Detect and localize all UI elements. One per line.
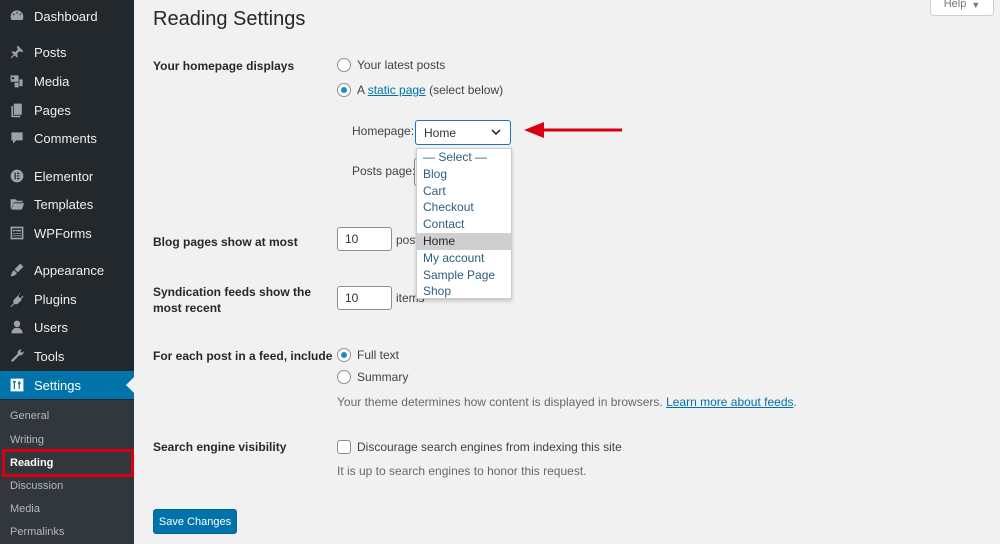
save-changes-button[interactable]: Save Changes [153, 509, 237, 534]
settings-icon [7, 375, 27, 395]
pin-icon [7, 42, 27, 62]
feed-description: Your theme determines how content is dis… [337, 395, 797, 409]
dropdown-option[interactable]: Cart [417, 183, 511, 200]
submenu-media[interactable]: Media [10, 499, 40, 519]
chevron-down-icon [491, 129, 501, 136]
learn-more-feeds-link[interactable]: Learn more about feeds [666, 395, 793, 409]
submenu-writing[interactable]: Writing [10, 430, 44, 450]
dropdown-option[interactable]: Checkout [417, 199, 511, 216]
syndication-input[interactable]: 10 [337, 286, 392, 310]
posts-page-label: Posts page: [352, 164, 416, 178]
form-icon [7, 223, 27, 243]
homepage-select-value: Home [424, 125, 457, 140]
sidebar-item-appearance[interactable]: Appearance [0, 256, 134, 284]
sidebar-item-tools[interactable]: Tools [0, 342, 134, 370]
sidebar-item-label: Elementor [34, 168, 94, 184]
sidebar-item-label: Users [34, 319, 68, 335]
sidebar-item-comments[interactable]: Comments [0, 124, 134, 152]
sidebar-item-elementor[interactable]: Elementor [0, 162, 134, 190]
dropdown-option-selected[interactable]: Home [417, 232, 511, 250]
caret-down-icon: ▼ [971, 0, 981, 10]
user-icon [7, 317, 27, 337]
static-page-label[interactable]: A static page (select below) [357, 82, 503, 98]
dropdown-option[interactable]: My account [417, 250, 511, 267]
sidebar-item-label: Appearance [34, 262, 105, 278]
latest-posts-radio[interactable] [337, 58, 351, 72]
sidebar-item-settings[interactable]: Settings [0, 371, 134, 399]
dropdown-option[interactable]: Contact [417, 216, 511, 233]
full-text-label[interactable]: Full text [357, 347, 399, 363]
feed-desc-text: Your theme determines how content is dis… [337, 395, 663, 409]
sidebar-item-label: Plugins [34, 291, 77, 307]
blog-pages-input[interactable]: 10 [337, 227, 392, 251]
dropdown-option[interactable]: Blog [417, 166, 511, 183]
homepage-dropdown-list: — Select — Blog Cart Checkout Contact Ho… [416, 148, 512, 299]
help-button[interactable]: Help ▼ [930, 0, 994, 16]
folder-icon [7, 194, 27, 214]
sidebar-item-label: Posts [34, 44, 67, 60]
search-visibility-description: It is up to search engines to honor this… [337, 464, 587, 478]
paintbrush-icon [7, 260, 27, 280]
elementor-icon [7, 166, 27, 186]
reading-highlight-box [2, 449, 134, 477]
sidebar-item-label: Dashboard [34, 8, 98, 24]
homepage-select[interactable]: Home [415, 120, 511, 145]
static-page-link[interactable]: static page [368, 83, 426, 97]
sidebar-item-posts[interactable]: Posts [0, 38, 134, 66]
red-arrow-annotation [524, 122, 622, 138]
submenu-discussion[interactable]: Discussion [10, 476, 63, 496]
sidebar-item-label: Comments [34, 130, 97, 146]
discourage-search-label[interactable]: Discourage search engines from indexing … [357, 439, 622, 455]
help-label: Help [943, 0, 967, 10]
sidebar-item-pages[interactable]: Pages [0, 96, 134, 124]
submenu-general[interactable]: General [10, 406, 49, 426]
sidebar-item-label: Tools [34, 348, 65, 364]
plugin-icon [7, 289, 27, 309]
page-title: Reading Settings [153, 8, 306, 30]
discourage-search-checkbox[interactable] [337, 440, 351, 454]
sidebar-item-label: Settings [34, 377, 81, 393]
sidebar-item-label: Media [34, 73, 70, 89]
static-page-radio[interactable] [337, 83, 351, 97]
sidebar-item-wpforms[interactable]: WPForms [0, 219, 134, 247]
homepage-displays-label: Your homepage displays [153, 59, 295, 73]
dashboard-icon [7, 6, 27, 26]
sidebar-item-users[interactable]: Users [0, 313, 134, 341]
sidebar-item-plugins[interactable]: Plugins [0, 285, 134, 313]
summary-label[interactable]: Summary [357, 369, 408, 385]
sidebar-item-label: Pages [34, 102, 71, 118]
sidebar-item-templates[interactable]: Templates [0, 190, 134, 218]
sidebar-item-label: WPForms [34, 225, 92, 241]
syndication-label: Syndication feeds show the most recent [153, 285, 312, 315]
pages-icon [7, 100, 27, 120]
dropdown-option[interactable]: — Select — [417, 149, 511, 166]
homepage-label: Homepage: [352, 124, 415, 138]
blog-pages-label: Blog pages show at most [153, 235, 298, 249]
latest-posts-label[interactable]: Your latest posts [357, 57, 445, 73]
static-prefix: A [357, 83, 365, 97]
summary-radio[interactable] [337, 370, 351, 384]
full-text-radio[interactable] [337, 348, 351, 362]
admin-sidebar: Dashboard Posts Media Pages Comments Ele… [0, 0, 134, 544]
sidebar-item-media[interactable]: Media [0, 67, 134, 95]
dropdown-option[interactable]: Sample Page [417, 267, 511, 284]
sidebar-item-label: Templates [34, 196, 94, 212]
submenu-permalinks[interactable]: Permalinks [10, 522, 64, 542]
wrench-icon [7, 346, 27, 366]
media-icon [7, 71, 27, 91]
static-suffix: (select below) [429, 83, 504, 97]
sidebar-item-dashboard[interactable]: Dashboard [0, 2, 134, 30]
dropdown-option[interactable]: Shop [417, 283, 511, 300]
search-visibility-label: Search engine visibility [153, 440, 287, 454]
feed-include-label: For each post in a feed, include [153, 349, 333, 363]
comment-icon [7, 128, 27, 148]
